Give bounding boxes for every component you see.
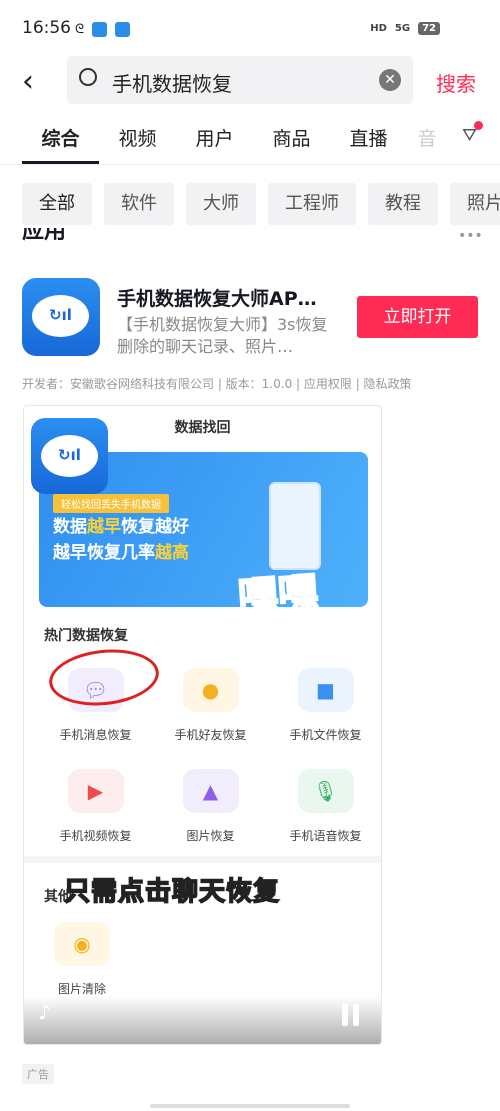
chip-all[interactable]: 全部 <box>22 183 92 225</box>
signal-icon: 5G <box>394 23 411 34</box>
app-notification-icon <box>115 22 131 37</box>
user-icon: ● <box>182 668 239 712</box>
search-query[interactable]: 手机数据恢复 <box>112 68 232 97</box>
section-title: 应用 <box>22 228 67 244</box>
grid-item: ▶ 手机视频恢复 <box>38 769 153 844</box>
sticker-text: 嘿嘿 <box>236 568 321 621</box>
hd-icon: HD <box>370 23 387 34</box>
app-notification-icon <box>92 22 108 37</box>
tab-live[interactable]: 直播 <box>330 124 407 164</box>
tab-music[interactable]: 音 <box>407 124 447 164</box>
open-app-button[interactable]: 立即打开 <box>357 296 478 338</box>
banner-headline: 数据越早恢复越好 越早恢复几率越高 <box>53 517 189 563</box>
search-input[interactable]: 手机数据恢复 ✕ <box>67 56 413 104</box>
grid-item: 🎙︎ 手机语音恢复 <box>268 769 381 844</box>
banner-tag: 轻松找回丢失手机数据 <box>53 494 169 513</box>
grid-item-label: 图片清除 <box>57 982 106 996</box>
pause-button[interactable] <box>342 1004 359 1026</box>
app-description: 【手机数据恢复大师】3s恢复删除的聊天记录、照片… <box>117 315 328 356</box>
clear-icon[interactable]: ✕ <box>379 69 401 91</box>
grid-item: ● 手机好友恢复 <box>153 668 268 743</box>
chip-tutorial[interactable]: 教程 <box>368 183 438 225</box>
chip-software[interactable]: 软件 <box>104 183 174 225</box>
mic-icon: 🎙︎ <box>297 769 354 813</box>
battery-icon: 72 <box>418 22 440 35</box>
filter-chips: 全部 软件 大师 工程师 教程 照片 <box>22 183 500 225</box>
app-name[interactable]: 手机数据恢复大师AP… <box>117 284 317 311</box>
grid-item: ◉ 图片清除 <box>52 922 112 997</box>
ad-badge: 广告 <box>22 1064 54 1084</box>
grid-item: ▲ 图片恢复 <box>153 769 268 844</box>
home-indicator[interactable] <box>150 1104 350 1108</box>
divider <box>0 164 500 165</box>
weibo-icon: ᘓ <box>75 22 85 37</box>
notification-dot <box>474 121 483 130</box>
app-logo: ↻ıl <box>31 418 108 494</box>
tab-products[interactable]: 商品 <box>253 124 330 164</box>
tab-all[interactable]: 综合 <box>22 124 99 164</box>
video-caption: 只需点击聊天恢复 <box>63 876 281 908</box>
picture-icon: ◉ <box>54 922 110 966</box>
app-icon[interactable]: ↻ıl <box>22 278 100 356</box>
hot-title: 热门数据恢复 <box>44 628 128 644</box>
chip-engineer[interactable]: 工程师 <box>268 183 356 225</box>
video-icon: ▶ <box>67 769 124 813</box>
status-time: 16:56 <box>22 18 71 38</box>
search-button[interactable]: 搜索 <box>436 68 476 97</box>
tab-video[interactable]: 视频 <box>99 124 176 164</box>
grid-item: ■ 手机文件恢复 <box>268 668 381 743</box>
search-icon <box>79 68 97 86</box>
image-icon: ▲ <box>182 769 239 813</box>
divider <box>24 856 381 863</box>
chip-photo[interactable]: 照片 <box>450 183 500 225</box>
more-icon[interactable]: ••• <box>458 228 483 244</box>
phone-illustration <box>269 482 321 570</box>
video-controls-overlay <box>24 996 381 1044</box>
notification-icons: ᘓ <box>75 22 131 37</box>
tab-users[interactable]: 用户 <box>176 124 253 164</box>
system-status: HD 5G 72 <box>370 22 440 35</box>
result-tabs: 综合 视频 用户 商品 直播 音 <box>22 124 447 164</box>
chip-master[interactable]: 大师 <box>186 183 256 225</box>
back-button[interactable]: ‹ <box>22 64 34 99</box>
developer-info[interactable]: 开发者：安徽歌谷网络科技有限公司 | 版本：1.0.0 | 应用权限 | 隐私政… <box>22 375 412 392</box>
folder-icon: ■ <box>297 668 354 712</box>
tiktok-logo-icon: ♪ <box>38 1000 51 1024</box>
ad-video[interactable]: 数据找回 轻松找回丢失手机数据 数据越早恢复越好 越早恢复几率越高 ↻ıl 嘿嘿… <box>23 405 382 1045</box>
